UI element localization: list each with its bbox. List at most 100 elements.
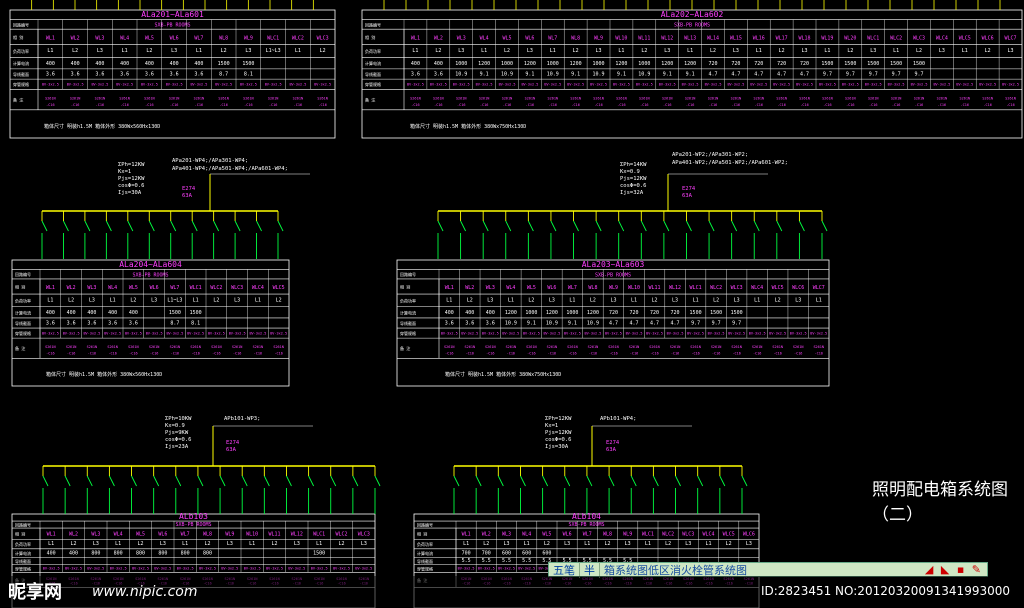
breaker-rating: -C16 xyxy=(1006,103,1014,107)
cable-spec: BV-3x2.5 xyxy=(266,566,283,570)
circuit-id: WLC5 xyxy=(723,532,735,538)
circuit-phase: L1 xyxy=(705,541,711,547)
circuit-phase: L2 xyxy=(528,298,534,304)
panel-row-header: 相 别 xyxy=(15,283,25,289)
feeder-calc-line: Pjs=12KW xyxy=(118,176,145,182)
circuit-phase: L2 xyxy=(146,48,152,54)
circuit-phase: L1 xyxy=(481,48,487,54)
circuit-load: 1500 xyxy=(710,310,722,316)
branch-switch xyxy=(741,475,748,487)
circuit-id: WLC2 xyxy=(335,532,347,538)
circuit-id: WL6 xyxy=(525,35,534,41)
breaker-type: S261N xyxy=(914,97,925,101)
circuit-current: 8.1 xyxy=(244,71,253,77)
circuit-current: 3.6 xyxy=(145,71,154,77)
panel-row-header: 导线截面 xyxy=(365,71,381,77)
circuit-phase: L1 xyxy=(687,48,693,54)
circuit-load: 720 xyxy=(800,61,809,67)
branch-switch xyxy=(708,220,715,232)
cable-spec: BV-3x2.5 xyxy=(659,83,676,87)
cable-spec: BV-3x2.5 xyxy=(314,83,331,87)
breaker-type: S261N xyxy=(670,345,681,349)
circuit-id: WLC1 xyxy=(867,35,879,41)
breaker-rating: -C16 xyxy=(170,103,178,107)
branch-switch xyxy=(42,475,49,487)
circuit-id: WL6 xyxy=(563,532,572,538)
branch-switch xyxy=(64,475,71,487)
cable-spec: BV-3x2.5 xyxy=(956,83,973,87)
cable-spec: BV-3x2.5 xyxy=(708,331,725,335)
breaker-type: S261N xyxy=(813,345,824,349)
breaker-type: S261N xyxy=(479,97,490,101)
branch-switch xyxy=(821,220,828,232)
circuit-phase: L2 xyxy=(435,48,441,54)
breaker-type: S261N xyxy=(70,97,81,101)
circuit-id: WL8 xyxy=(203,532,212,538)
panel-row-header: 计算电流 xyxy=(400,309,416,315)
breaker-rating: -C16 xyxy=(46,352,54,356)
branch-switch xyxy=(241,475,248,487)
branch-switch xyxy=(799,220,805,232)
panel-row-header: 备 注 xyxy=(365,97,375,103)
cable-spec: BV-3x2.5 xyxy=(682,83,699,87)
feeder-breaker: E274 xyxy=(182,186,196,192)
circuit-current: 4.7 xyxy=(609,320,618,326)
circuit-id: WL3 xyxy=(87,285,96,291)
breaker-rating: -C16 xyxy=(609,352,617,356)
circuit-phase: L2 xyxy=(779,48,785,54)
circuit-load: 720 xyxy=(708,61,717,67)
circuit-phase: L3 xyxy=(596,48,602,54)
circuit-current: 10.9 xyxy=(593,71,605,77)
circuit-phase: L1 xyxy=(569,298,575,304)
circuit-phase: L3 xyxy=(625,541,631,547)
cable-spec: BV-3x2.5 xyxy=(116,83,133,87)
circuit-load: 400 xyxy=(108,310,117,316)
breaker-type: S261N xyxy=(525,97,536,101)
panel-name: ALa202~ALa602 xyxy=(661,10,724,19)
branch-switch xyxy=(63,220,69,232)
branch-switch xyxy=(437,220,444,232)
circuit-id: WL20 xyxy=(844,35,856,41)
circuit-phase: L1 xyxy=(962,48,968,54)
circuit-load: 400 xyxy=(194,61,203,67)
cable-spec: BV-3x2.5 xyxy=(141,83,158,87)
cable-spec: BV-3x2.5 xyxy=(453,83,470,87)
circuit-load: 400 xyxy=(46,310,55,316)
feeder-calc-line: cosΦ=0.6 xyxy=(118,183,145,189)
branch-switch xyxy=(731,220,738,232)
circuit-phase: L1 xyxy=(316,541,322,547)
watermark-id: ID:2823451 NO:20120320091341993000 xyxy=(760,584,1010,598)
panel-row-header: 负荷功率 xyxy=(365,48,381,54)
circuit-current: 3.6 xyxy=(120,71,129,77)
panel-row-header: 负荷功率 xyxy=(417,541,433,547)
circuit-phase: L1 xyxy=(196,48,202,54)
cable-spec: BV-3x2.5 xyxy=(626,331,643,335)
cable-spec: BV-3x2.5 xyxy=(544,83,561,87)
breaker-rating: -C16 xyxy=(568,352,576,356)
circuit-phase: L2 xyxy=(544,541,550,547)
circuit-phase: L2 xyxy=(641,48,647,54)
cable-spec: BV-3x2.5 xyxy=(91,83,108,87)
ime-tool-icons[interactable]: ◢ ◣ ▪ ✎ xyxy=(921,563,987,576)
circuit-phase: L2 xyxy=(713,298,719,304)
breaker-type: S261N xyxy=(107,345,118,349)
circuit-load: 800 xyxy=(136,550,145,556)
circuit-load: 1200 xyxy=(524,61,536,67)
circuit-load: 400 xyxy=(87,310,96,316)
branch-switch xyxy=(131,475,137,487)
breaker-type: S261N xyxy=(95,97,106,101)
circuit-phase: L1 xyxy=(508,298,514,304)
panel-subtitle: SXB-PB ROOMS xyxy=(154,23,190,29)
breaker-rating: -C16 xyxy=(233,352,241,356)
circuit-id: WL6 xyxy=(158,532,167,538)
circuit-phase: L2 xyxy=(271,541,277,547)
panel-row-header: 计算电流 xyxy=(365,60,381,66)
ime-toolbar[interactable]: 五笔 半 箱系统图低区消火栓管系统图 ◢ ◣ ▪ ✎ xyxy=(548,561,988,578)
breaker-type: S261N xyxy=(502,97,513,101)
breaker-type: S261N xyxy=(190,345,201,349)
panel-row-header: 穿管规格 xyxy=(15,330,31,336)
feeder-source: APb101-WP3; xyxy=(224,416,260,422)
breaker-type: S261N xyxy=(45,97,56,101)
branch-switch xyxy=(776,220,783,232)
panel-row-header: 负荷功率 xyxy=(15,541,31,547)
